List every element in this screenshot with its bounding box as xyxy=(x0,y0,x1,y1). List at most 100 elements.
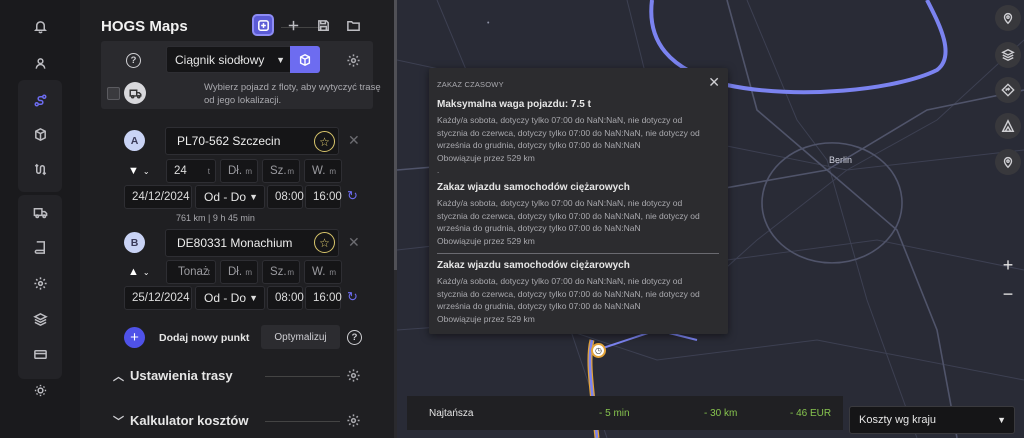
time-from-input-a[interactable]: 08:00 xyxy=(267,185,304,209)
save-button[interactable] xyxy=(312,14,334,36)
location-button[interactable] xyxy=(995,149,1021,175)
user-icon[interactable] xyxy=(0,51,80,75)
favorite-star-icon[interactable]: ☆ xyxy=(314,131,335,152)
unit-label: m xyxy=(329,166,336,176)
route-settings-section[interactable]: ︿ Ustawienia trasy xyxy=(113,368,233,384)
time-mode-value: Od - Do xyxy=(204,190,247,204)
vehicle-3d-button[interactable] xyxy=(290,46,320,73)
restriction-line: stycznia do czerwca, dotyczy tylko 07:00… xyxy=(437,127,700,138)
bell-icon[interactable] xyxy=(0,14,80,38)
directions-icon xyxy=(1001,83,1015,97)
sun-icon[interactable] xyxy=(0,378,80,402)
restriction-line: września do grudnia, dotyczy tylko 07:00… xyxy=(437,301,641,311)
directions-button[interactable] xyxy=(995,77,1021,103)
layers-button[interactable] xyxy=(995,42,1021,68)
card-icon[interactable] xyxy=(0,342,80,366)
vehicle-settings-gear-icon[interactable] xyxy=(346,53,361,68)
width-input-b[interactable]: Sz. m xyxy=(262,260,300,284)
vehicle-hint: Wybierz pojazd z floty, aby wytyczyć tra… xyxy=(204,82,381,106)
reset-time-icon[interactable]: ↻ xyxy=(347,188,358,204)
close-icon[interactable]: ✕ xyxy=(708,74,720,91)
unit-label: t xyxy=(207,267,210,277)
location-icon xyxy=(1003,156,1013,169)
section-title: Ustawienia trasy xyxy=(130,368,233,383)
weight-input-a[interactable]: 24 t xyxy=(166,159,216,183)
folder-button[interactable] xyxy=(342,14,364,36)
popup-title: ZAKAZ CZASOWY xyxy=(437,80,504,89)
length-placeholder: Dł. xyxy=(228,165,243,177)
length-input-a[interactable]: Dł. m xyxy=(220,159,258,183)
direction-select-a[interactable]: ▼ ⌄ xyxy=(128,159,163,183)
icon-rail xyxy=(0,0,80,438)
weight-input-b[interactable]: Tonaż t xyxy=(166,260,216,284)
favorite-star-icon[interactable]: ☆ xyxy=(314,232,335,253)
height-input-b[interactable]: W. m xyxy=(304,260,342,284)
book-icon[interactable] xyxy=(0,235,80,259)
route-panel: HOGS Maps ? Ciągnik siodłowy ▼ Wybierz p… xyxy=(80,0,394,438)
plus-button[interactable] xyxy=(282,14,304,36)
address-input-b[interactable]: DE80331 Monachium xyxy=(165,229,339,257)
unit-label: t xyxy=(207,166,210,176)
time-to-input-a[interactable]: 16:00 xyxy=(305,185,342,209)
add-point-label[interactable]: Dodaj nowy punkt xyxy=(159,332,249,344)
route-settings-gear-icon[interactable] xyxy=(346,368,361,383)
optimize-button[interactable]: Optymalizuj xyxy=(261,325,340,349)
width-placeholder: Sz. xyxy=(270,266,287,278)
chevron-up-icon: ︿ xyxy=(113,371,124,383)
zoom-out-button[interactable]: − xyxy=(995,284,1021,305)
pin-button[interactable] xyxy=(995,5,1021,31)
remove-point-icon[interactable]: ✕ xyxy=(348,234,360,251)
cost-calculator-section[interactable]: ﹀ Kalkulator kosztów xyxy=(113,413,248,429)
divider xyxy=(265,376,340,377)
restriction-footer: Obowiązuje przez 529 km xyxy=(437,313,535,324)
reset-time-icon[interactable]: ↻ xyxy=(347,289,358,305)
chevron-down-icon: ﹀ xyxy=(113,416,124,428)
date-input-b[interactable]: 25/12/2024 xyxy=(124,286,192,310)
route-summary-bar[interactable]: Najtańsza - 5 min - 30 km - 46 EUR xyxy=(407,396,843,430)
add-point-button[interactable]: + xyxy=(124,327,145,348)
chevron-down-icon: ▼ xyxy=(249,293,258,303)
width-placeholder: Sz. xyxy=(270,165,287,177)
fleet-checkbox[interactable] xyxy=(107,87,120,100)
time-mode-select-a[interactable]: Od - Do ▼ xyxy=(195,185,265,209)
restriction-heading: Zakaz wjazdu samochodów ciężarowych xyxy=(437,182,630,193)
chevron-down-icon: ▼ xyxy=(997,415,1006,425)
weight-placeholder: Tonaż xyxy=(178,266,209,278)
truck-icon[interactable] xyxy=(0,200,80,224)
direction-select-b[interactable]: ▲ ⌄ xyxy=(128,260,163,284)
summary-label: Najtańsza xyxy=(429,407,474,419)
time-mode-select-b[interactable]: Od - Do ▼ xyxy=(195,286,265,310)
unit-label: m xyxy=(245,166,252,176)
address-input-a[interactable]: PL70-562 Szczecin xyxy=(165,127,339,155)
help-icon[interactable]: ? xyxy=(126,53,141,68)
width-input-a[interactable]: Sz. m xyxy=(262,159,300,183)
gear-icon[interactable] xyxy=(0,271,80,295)
remove-point-icon[interactable]: ✕ xyxy=(348,132,360,149)
unit-label: m xyxy=(329,267,336,277)
height-placeholder: W. xyxy=(312,165,326,177)
layers-icon[interactable] xyxy=(0,307,80,331)
point-badge-a: A xyxy=(124,130,145,151)
vehicle-select[interactable]: Ciągnik siodłowy ▼ xyxy=(166,46,292,73)
cost-breakdown-select[interactable]: Koszty wg kraju ▼ xyxy=(849,406,1015,434)
pin-icon xyxy=(1003,12,1013,25)
length-input-b[interactable]: Dł. m xyxy=(220,260,258,284)
box-icon[interactable] xyxy=(0,122,80,146)
route-add-button[interactable] xyxy=(252,14,274,36)
time-from-input-b[interactable]: 08:00 xyxy=(267,286,304,310)
route-icon[interactable] xyxy=(0,88,80,112)
date-input-a[interactable]: 24/12/2024 xyxy=(124,185,192,209)
cost-calculator-gear-icon[interactable] xyxy=(346,413,361,428)
zoom-in-button[interactable]: + xyxy=(995,255,1021,276)
help-icon[interactable]: ? xyxy=(347,330,362,345)
time-to-input-b[interactable]: 16:00 xyxy=(305,286,342,310)
height-input-a[interactable]: W. m xyxy=(304,159,342,183)
roadwork-button[interactable] xyxy=(995,113,1021,139)
restriction-line: września do grudnia, dotyczy tylko 07:00… xyxy=(437,223,641,233)
clock-marker-icon[interactable]: ◷ xyxy=(591,343,606,358)
swap-route-icon[interactable] xyxy=(0,157,80,181)
chevron-down-icon: ▼ xyxy=(276,54,285,65)
roadwork-icon xyxy=(1001,119,1015,132)
chevron-down-icon: ⌄ xyxy=(142,166,150,176)
layers-icon xyxy=(1001,48,1015,62)
